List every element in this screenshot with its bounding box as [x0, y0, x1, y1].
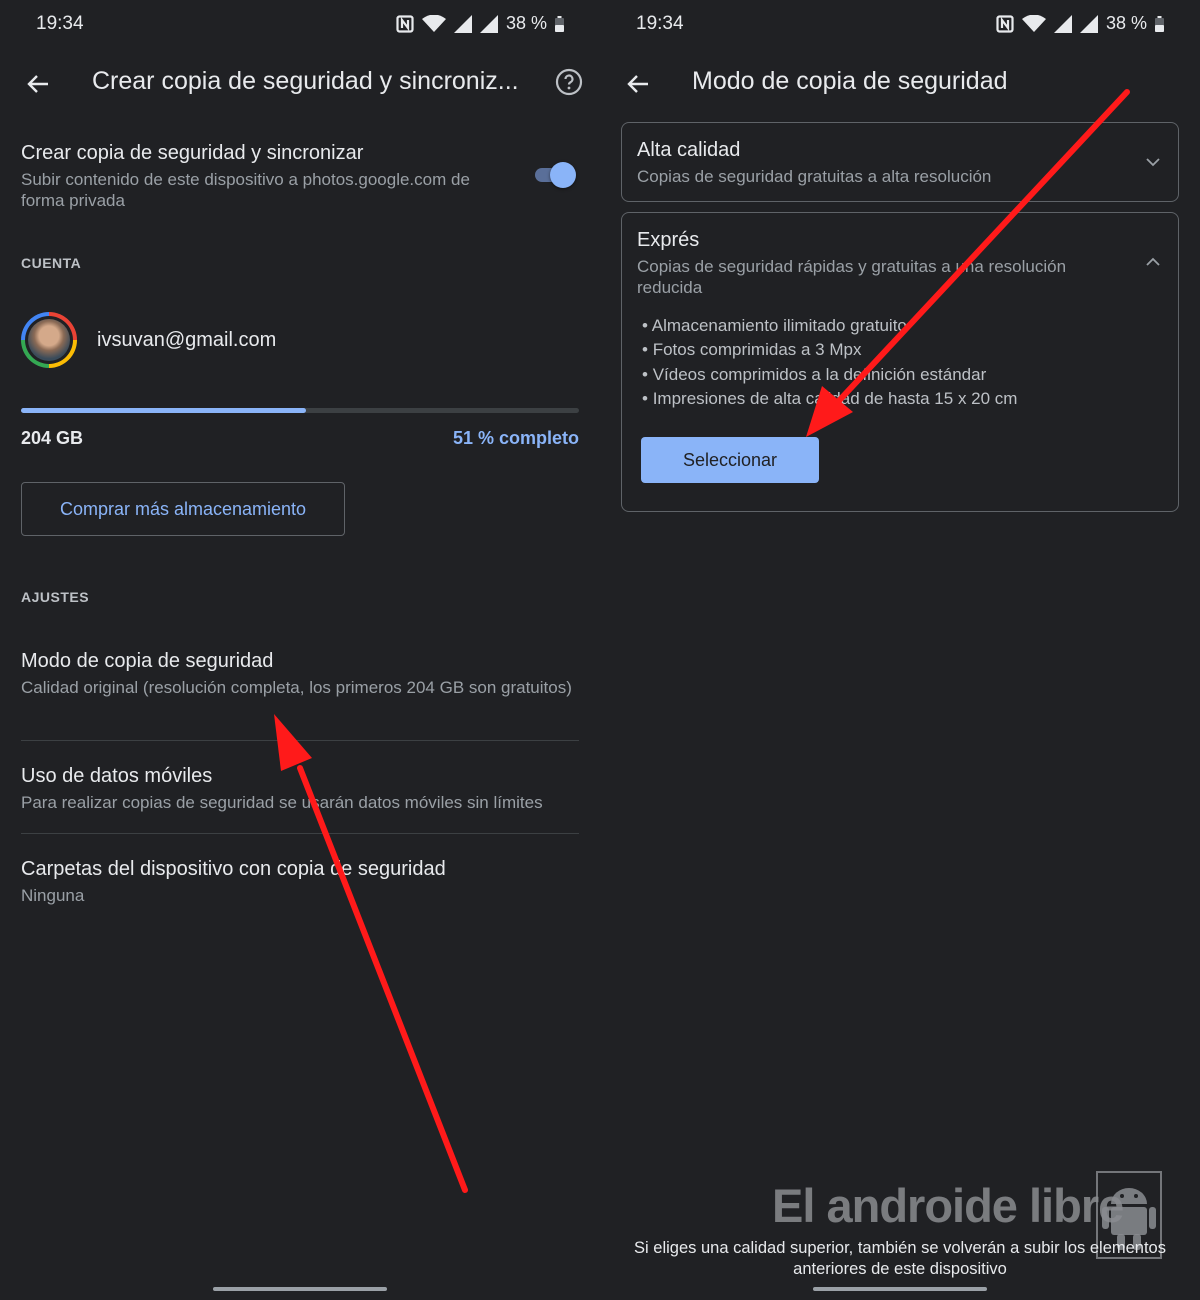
mobile-data-setting[interactable]: Uso de datos móviles Para realizar copia…: [21, 765, 579, 813]
back-arrow-icon[interactable]: [622, 68, 654, 100]
setting-subtitle: Ninguna: [21, 886, 85, 905]
gesture-nav-bar[interactable]: [213, 1287, 387, 1291]
option-title: Exprés: [637, 229, 700, 251]
option-title: Alta calidad: [637, 139, 741, 161]
setting-subtitle: Para realizar copias de seguridad se usa…: [21, 793, 543, 812]
signal-icon: [1053, 14, 1072, 33]
divider: [21, 740, 579, 741]
storage-percent: 51 % completo: [452, 428, 579, 448]
buy-storage-button[interactable]: Comprar más almacenamiento: [21, 482, 345, 536]
avatar: [21, 312, 77, 368]
back-arrow-icon[interactable]: [22, 68, 54, 100]
page-title: Modo de copia de seguridad: [692, 67, 1008, 95]
option-card-express[interactable]: Exprés Copias de seguridad rápidas y gra…: [621, 212, 1179, 512]
setting-subtitle: Calidad original (resolución completa, l…: [21, 678, 572, 697]
nfc-icon: [996, 14, 1014, 33]
battery-icon: [1155, 15, 1164, 32]
account-section-label: CUENTA: [21, 255, 82, 271]
backup-mode-screen: 19:34 38 % Modo de copia de seguridad Al…: [600, 0, 1200, 1300]
account-email: ivsuvan@gmail.com: [97, 329, 277, 351]
setting-title: Modo de copia de seguridad: [21, 650, 274, 672]
divider: [21, 833, 579, 834]
status-bar: 19:34 38 %: [600, 0, 1200, 48]
backup-sync-title: Crear copia de seguridad y sincronizar: [21, 142, 364, 164]
top-app-bar: Modo de copia de seguridad: [600, 56, 1200, 112]
feature-list: Almacenamiento ilimitado gratuito Fotos …: [642, 314, 1018, 411]
list-item: Fotos comprimidas a 3 Mpx: [642, 338, 1017, 362]
battery-percent: 38 %: [1105, 13, 1147, 33]
signal-icon-2: [1079, 14, 1098, 33]
chevron-down-icon[interactable]: [1144, 153, 1162, 171]
backup-sync-setting[interactable]: Crear copia de seguridad y sincronizar S…: [21, 142, 491, 211]
setting-title: Uso de datos móviles: [21, 765, 213, 787]
status-time: 19:34: [636, 13, 684, 34]
wifi-icon: [1021, 14, 1046, 32]
status-time: 19:34: [36, 13, 84, 34]
storage-progress-fill: [21, 408, 306, 413]
storage-total: 204 GB: [21, 428, 84, 448]
status-icons: 38 %: [996, 13, 1164, 34]
page-title: Crear copia de seguridad y sincroniz...: [92, 67, 519, 95]
option-card-high-quality[interactable]: Alta calidad Copias de seguridad gratuit…: [621, 122, 1179, 202]
status-icons: 38 %: [396, 13, 564, 34]
signal-icon-2: [479, 14, 498, 33]
list-item: Vídeos comprimidos a la definición están…: [642, 363, 1017, 387]
battery-icon: [555, 15, 564, 32]
list-item: Impresiones de alta calidad de hasta 15 …: [642, 387, 1018, 411]
footer-note: Si eliges una calidad superior, también …: [634, 1239, 1166, 1278]
toggle-thumb: [550, 162, 576, 188]
setting-title: Carpetas del dispositivo con copia de se…: [21, 858, 446, 880]
backup-sync-subtitle: Subir contenido de este dispositivo a ph…: [21, 170, 470, 210]
option-subtitle: Copias de seguridad rápidas y gratuitas …: [637, 257, 1067, 297]
chevron-up-icon[interactable]: [1144, 253, 1162, 271]
wifi-icon: [421, 14, 446, 32]
settings-section-label: AJUSTES: [21, 589, 90, 605]
list-item: Almacenamiento ilimitado gratuito: [642, 314, 1017, 338]
gesture-nav-bar[interactable]: [813, 1287, 987, 1291]
backup-mode-setting[interactable]: Modo de copia de seguridad Calidad origi…: [21, 650, 579, 698]
option-subtitle: Copias de seguridad gratuitas a alta res…: [637, 167, 992, 186]
storage-progress-bar: [21, 408, 579, 413]
status-bar: 19:34 38 %: [0, 0, 600, 48]
device-folders-setting[interactable]: Carpetas del dispositivo con copia de se…: [21, 858, 579, 906]
backup-sync-screen: 19:34 38 % Crear copia de seguridad y si…: [0, 0, 600, 1300]
nfc-icon: [396, 14, 414, 33]
battery-percent: 38 %: [505, 13, 547, 33]
watermark-text: El androide libre: [772, 1179, 1124, 1232]
select-button[interactable]: Seleccionar: [641, 437, 819, 483]
help-icon[interactable]: [554, 67, 584, 97]
signal-icon: [453, 14, 472, 33]
backup-sync-toggle[interactable]: [533, 161, 577, 189]
top-app-bar: Crear copia de seguridad y sincroniz...: [0, 56, 600, 112]
